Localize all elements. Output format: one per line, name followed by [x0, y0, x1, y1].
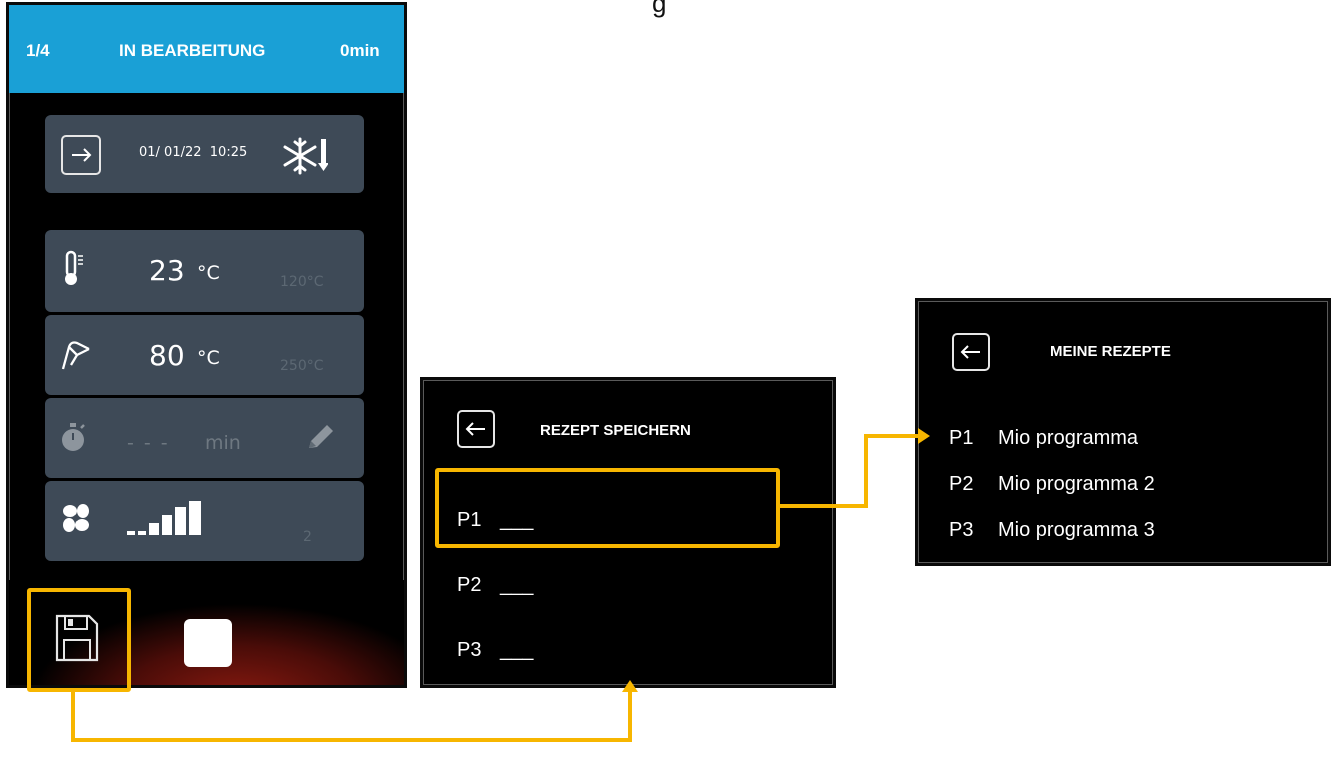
thermometer-icon — [65, 250, 83, 285]
probe-unit: °C — [197, 347, 220, 369]
probe-max: 250°C — [280, 358, 324, 374]
connector-line — [71, 692, 75, 742]
temperature-value: 23 — [149, 254, 185, 287]
stop-button[interactable] — [184, 619, 232, 667]
pencil-icon[interactable] — [303, 420, 337, 454]
slot-row[interactable]: P2 ___ — [423, 560, 833, 610]
recipe-id: P1 — [949, 427, 974, 449]
fan-icon — [63, 504, 89, 532]
fan-level-value: 2 — [303, 529, 312, 545]
device-screen: 1/4 IN BEARBEITUNG 0min 01/ 01/22 10:25 — [6, 2, 407, 688]
connector-line — [780, 504, 868, 508]
status-text: IN BEARBEITUNG — [119, 41, 266, 60]
slot-name: ___ — [500, 639, 534, 661]
recipe-name: Mio programma 2 — [998, 473, 1155, 495]
top-caption-fragment: g — [652, 0, 667, 18]
screen-title: REZEPT SPEICHERN — [540, 422, 691, 439]
stopwatch-icon — [62, 423, 85, 451]
slot-row[interactable]: P3 ___ — [423, 625, 833, 675]
back-arrow-icon[interactable] — [952, 333, 990, 371]
recipe-id: P2 — [949, 473, 974, 495]
connector-line — [71, 738, 632, 742]
status-header: 1/4 IN BEARBEITUNG 0min — [9, 5, 404, 93]
screen-title: MEINE REZEPTE — [1050, 343, 1171, 360]
slot-id: P3 — [457, 639, 482, 661]
snowflake-icon — [283, 137, 328, 175]
connector-line — [628, 690, 632, 742]
fan-card[interactable]: 2 — [45, 481, 364, 561]
temperature-card[interactable]: 23 °C 120°C — [45, 230, 364, 312]
slot-name: ___ — [500, 574, 534, 596]
connector-line — [864, 434, 918, 438]
recipe-id: P3 — [949, 519, 974, 541]
temperature-max: 120°C — [280, 274, 324, 290]
fan-level-bars — [127, 501, 201, 535]
recipe-row[interactable]: P2 Mio programma 2 — [918, 467, 1328, 503]
connector-line — [864, 434, 868, 508]
core-probe-card[interactable]: 80 °C 250°C — [45, 315, 364, 395]
step-indicator: 1/4 — [26, 41, 50, 60]
back-arrow-icon[interactable] — [457, 410, 495, 448]
recipe-name: Mio programma — [998, 427, 1139, 449]
timer-card[interactable]: - - - min — [45, 398, 364, 478]
connector-arrowhead — [918, 428, 930, 444]
my-recipes-screen: MEINE REZEPTE P1 Mio programma P2 Mio pr… — [915, 298, 1331, 566]
arrow-right-icon[interactable] — [61, 135, 101, 175]
elapsed-time: 0min — [340, 41, 380, 60]
recipe-row[interactable]: P1 Mio programma — [918, 421, 1328, 457]
schedule-datetime: 01/ 01/22 10:25 — [139, 145, 248, 160]
recipe-row[interactable]: P3 Mio programma 3 — [918, 513, 1328, 549]
schedule-card[interactable]: 01/ 01/22 10:25 — [45, 115, 364, 193]
slot-p1-highlight — [435, 468, 780, 548]
connector-arrowhead — [622, 680, 638, 692]
save-icon-highlight — [27, 588, 131, 692]
slot-id: P2 — [457, 574, 482, 596]
core-probe-icon — [61, 341, 90, 370]
timer-unit: min — [205, 432, 241, 454]
temperature-unit: °C — [197, 262, 220, 284]
probe-value: 80 — [149, 339, 185, 372]
timer-value: - - - — [127, 432, 170, 454]
recipe-name: Mio programma 3 — [998, 519, 1155, 541]
